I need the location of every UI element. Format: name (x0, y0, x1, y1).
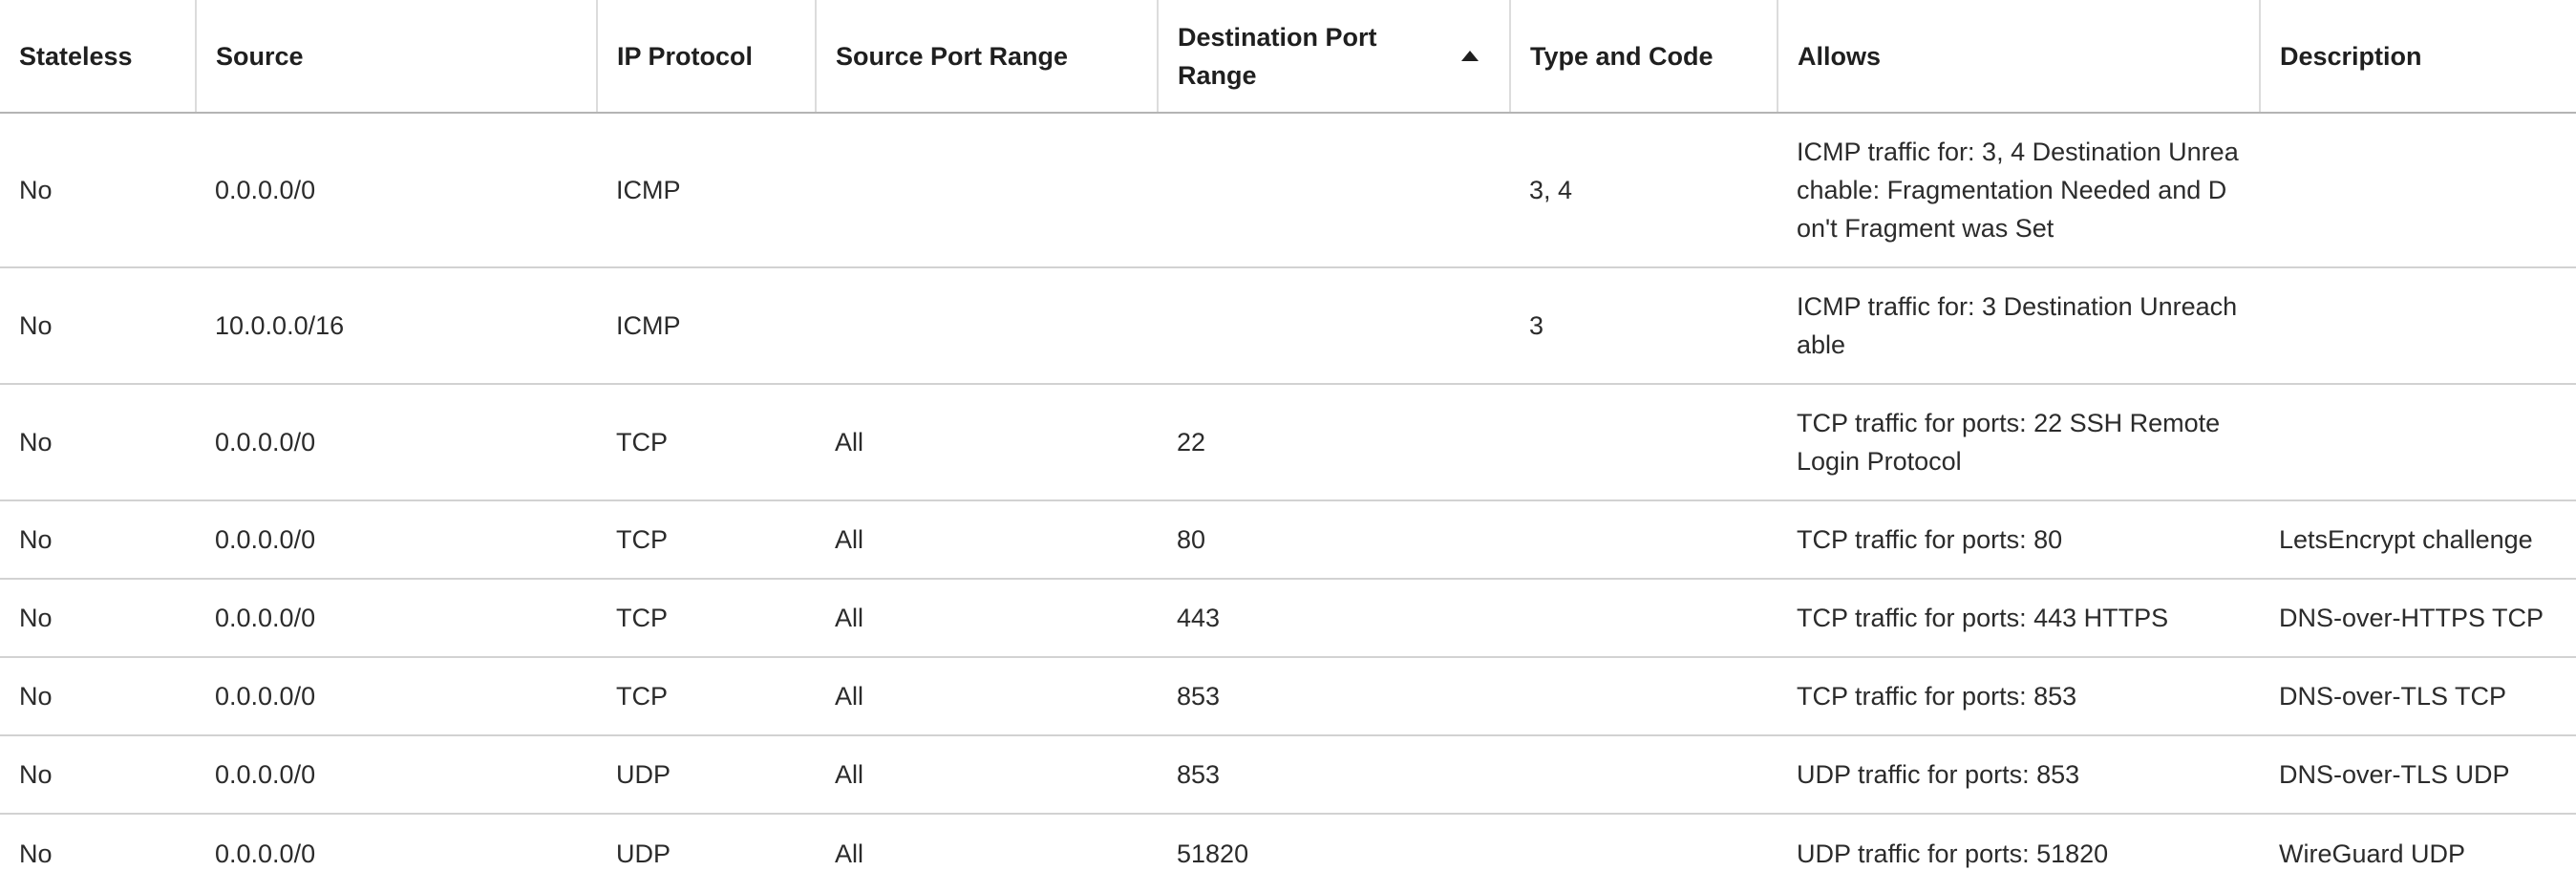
cell-source-port-range: All (835, 839, 864, 868)
cell-ip-protocol: TCP (597, 579, 816, 658)
cell-allows: TCP traffic for ports: 853 (1778, 657, 2260, 736)
cell-source: 0.0.0.0/0 (196, 500, 597, 580)
cell-ip-protocol: TCP (597, 384, 816, 501)
column-header-source-port-range[interactable]: Source Port Range (816, 0, 1159, 114)
column-header-ip-protocol[interactable]: IP Protocol (597, 0, 817, 114)
caret-up-icon[interactable] (1461, 51, 1479, 61)
cell-allows: ICMP traffic for: 3, 4 Destination Unrea… (1778, 113, 2260, 268)
table-row: No 0.0.0.0/0 TCP All 22 TCP traffic for … (0, 384, 2576, 501)
table-row: No 0.0.0.0/0 ICMP 3, 4 ICMP traffic for:… (0, 113, 2576, 268)
column-header-label: Description (2280, 41, 2422, 71)
ingress-rules-table: Stateless Source IP Protocol Source Port… (0, 0, 2576, 892)
cell-ip-protocol: TCP (597, 657, 816, 736)
cell-type-and-code (1510, 735, 1778, 815)
cell-source: 0.0.0.0/0 (196, 113, 597, 268)
cell-type-and-code: 3 (1510, 267, 1778, 385)
column-header-stateless[interactable]: Stateless (0, 0, 197, 114)
cell-type-and-code (1510, 500, 1778, 580)
cell-description (2260, 384, 2576, 501)
cell-stateless: No (19, 839, 53, 868)
column-header-label: Destination Port Range (1178, 22, 1377, 90)
cell-stateless: No (0, 384, 196, 501)
cell-source-port-range: All (816, 384, 1158, 501)
cell-source: 0.0.0.0/0 (215, 839, 316, 868)
cell-description: DNS-over-HTTPS TCP (2260, 579, 2576, 658)
cell-source-port-range (816, 267, 1158, 385)
cell-destination-port-range (1158, 113, 1510, 268)
cell-destination-port-range (1158, 267, 1510, 385)
cell-destination-port-range: 51820 (1177, 839, 1249, 868)
cell-type-and-code (1510, 579, 1778, 658)
cell-description: LetsEncrypt challenge (2260, 500, 2576, 580)
table-row: No 0.0.0.0/0 TCP All 80 TCP traffic for … (0, 500, 2576, 580)
table-row: No 0.0.0.0/0 TCP All 443 TCP traffic for… (0, 579, 2576, 658)
cell-stateless: No (0, 657, 196, 736)
cell-source-port-range: All (816, 500, 1158, 580)
column-header-label: IP Protocol (617, 41, 754, 71)
column-header-source[interactable]: Source (196, 0, 598, 114)
cell-ip-protocol: TCP (597, 500, 816, 580)
cell-allows: ICMP traffic for: 3 Destination Unreacha… (1778, 267, 2260, 385)
cell-type-and-code (1510, 657, 1778, 736)
cell-ip-protocol: UDP (616, 839, 671, 868)
cell-destination-port-range: 853 (1158, 657, 1510, 736)
cell-source-port-range (816, 113, 1158, 268)
cell-stateless: No (0, 267, 196, 385)
cell-stateless: No (0, 579, 196, 658)
cell-description: WireGuard UDP (2279, 839, 2466, 868)
cell-description: DNS-over-TLS TCP (2260, 657, 2576, 736)
cell-ip-protocol: ICMP (597, 113, 816, 268)
cell-type-and-code (1510, 384, 1778, 501)
cell-allows: UDP traffic for ports: 853 (1778, 735, 2260, 815)
cell-ip-protocol: UDP (597, 735, 816, 815)
column-header-label: Source (216, 41, 304, 71)
cell-stateless: No (0, 735, 196, 815)
cell-allows: TCP traffic for ports: 443 HTTPS (1778, 579, 2260, 658)
cell-source-port-range: All (816, 657, 1158, 736)
cell-type-and-code: 3, 4 (1510, 113, 1778, 268)
cell-allows: TCP traffic for ports: 80 (1778, 500, 2260, 580)
cell-source: 10.0.0.0/16 (196, 267, 597, 385)
cell-source: 0.0.0.0/0 (196, 657, 597, 736)
column-header-label: Source Port Range (836, 41, 1069, 71)
column-header-label: Type and Code (1530, 41, 1714, 71)
cell-source: 0.0.0.0/0 (196, 384, 597, 501)
cell-ip-protocol: ICMP (597, 267, 816, 385)
cell-destination-port-range: 80 (1158, 500, 1510, 580)
cell-allows: TCP traffic for ports: 22 SSH Remote Log… (1778, 384, 2260, 501)
cell-source-port-range: All (816, 735, 1158, 815)
cell-destination-port-range: 443 (1158, 579, 1510, 658)
column-header-label: Stateless (19, 41, 133, 71)
table-header-row: Stateless Source IP Protocol Source Port… (0, 0, 2576, 114)
cell-stateless: No (0, 500, 196, 580)
cell-source: 0.0.0.0/0 (196, 579, 597, 658)
table-row: No 0.0.0.0/0 TCP All 853 TCP traffic for… (0, 657, 2576, 736)
column-header-type-and-code[interactable]: Type and Code (1510, 0, 1778, 114)
table-row: No 0.0.0.0/0 UDP All 853 UDP traffic for… (0, 735, 2576, 815)
cell-source: 0.0.0.0/0 (196, 735, 597, 815)
cell-source-port-range: All (816, 579, 1158, 658)
cell-destination-port-range: 853 (1158, 735, 1510, 815)
column-header-destination-port-range[interactable]: Destination Port Range (1158, 0, 1511, 114)
cell-allows: UDP traffic for ports: 51820 (1797, 839, 2109, 868)
table-row: No 10.0.0.0/16 ICMP 3 ICMP traffic for: … (0, 267, 2576, 385)
cell-description (2260, 267, 2576, 385)
cell-type-and-code (1510, 814, 1778, 892)
table-row: No 0.0.0.0/0 UDP All 51820 UDP traffic f… (0, 814, 2576, 892)
cell-description (2260, 113, 2576, 268)
column-header-allows[interactable]: Allows (1778, 0, 2261, 114)
cell-description: DNS-over-TLS UDP (2260, 735, 2576, 815)
cell-destination-port-range: 22 (1158, 384, 1510, 501)
column-header-label: Allows (1798, 41, 1882, 71)
cell-stateless: No (0, 113, 196, 268)
column-header-description[interactable]: Description (2260, 0, 2576, 114)
